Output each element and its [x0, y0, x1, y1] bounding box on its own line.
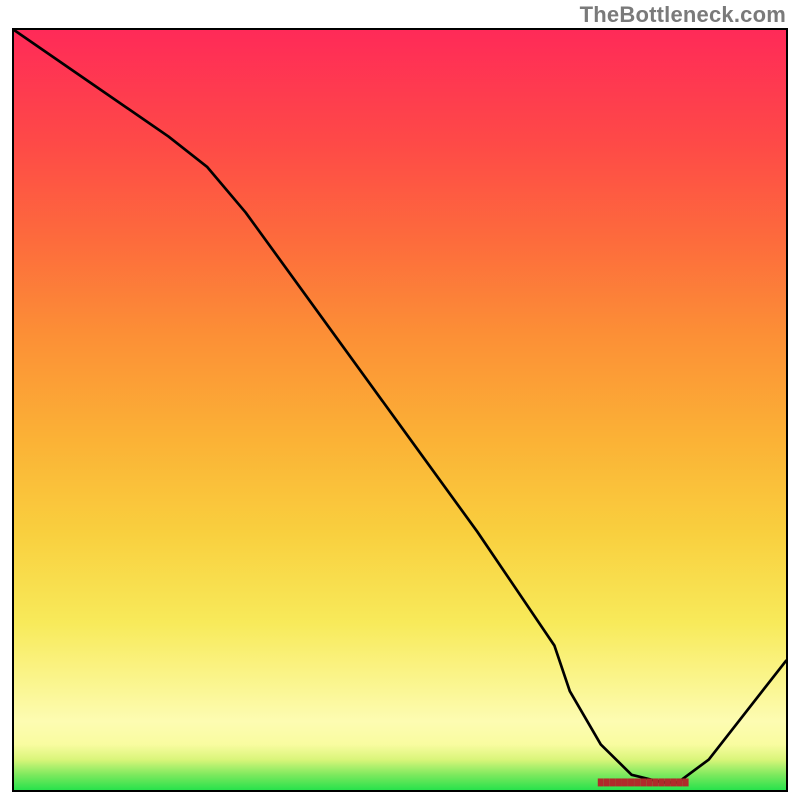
marker-dot — [671, 779, 676, 786]
marker-dot — [653, 779, 658, 786]
marker-strip — [598, 779, 688, 786]
watermark-text: TheBottleneck.com — [580, 2, 786, 28]
marker-dot — [641, 779, 646, 786]
marker-dot — [677, 779, 682, 786]
marker-dot — [610, 779, 615, 786]
marker-dot — [659, 779, 664, 786]
marker-dot — [665, 779, 670, 786]
marker-dot — [629, 779, 634, 786]
chart-plot-area — [12, 28, 788, 792]
marker-dot — [683, 779, 688, 786]
marker-dot — [622, 779, 627, 786]
marker-dot — [616, 779, 621, 786]
marker-dot — [647, 779, 652, 786]
marker-dot — [635, 779, 640, 786]
chart-svg — [14, 30, 786, 790]
bottleneck-curve — [14, 30, 786, 782]
marker-dot — [598, 779, 603, 786]
marker-dot — [604, 779, 609, 786]
